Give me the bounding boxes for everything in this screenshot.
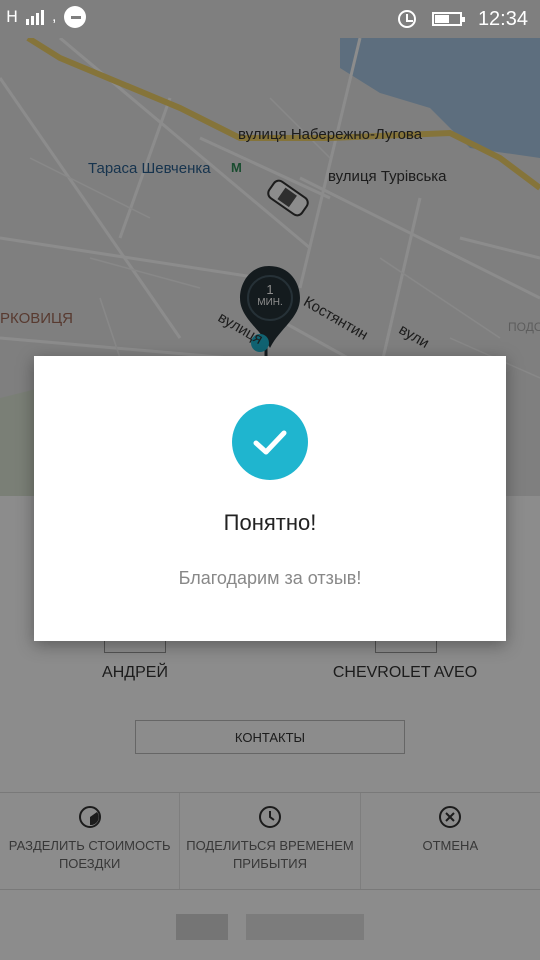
signal-dot: , <box>52 8 57 25</box>
status-bar: H , 12:34 <box>0 0 540 38</box>
dialog-message: Благодарим за отзыв! <box>178 568 362 588</box>
battery-icon <box>431 12 465 26</box>
signal-icon <box>26 9 45 25</box>
dialog-title: Понятно! <box>223 510 317 535</box>
status-time: 12:34 <box>477 7 528 30</box>
alarm-icon <box>397 10 416 28</box>
check-icon <box>232 404 308 480</box>
uber-app-icon <box>64 6 87 28</box>
network-type: H <box>6 7 19 26</box>
feedback-dialog: Понятно! Благодарим за отзыв! <box>34 356 506 641</box>
